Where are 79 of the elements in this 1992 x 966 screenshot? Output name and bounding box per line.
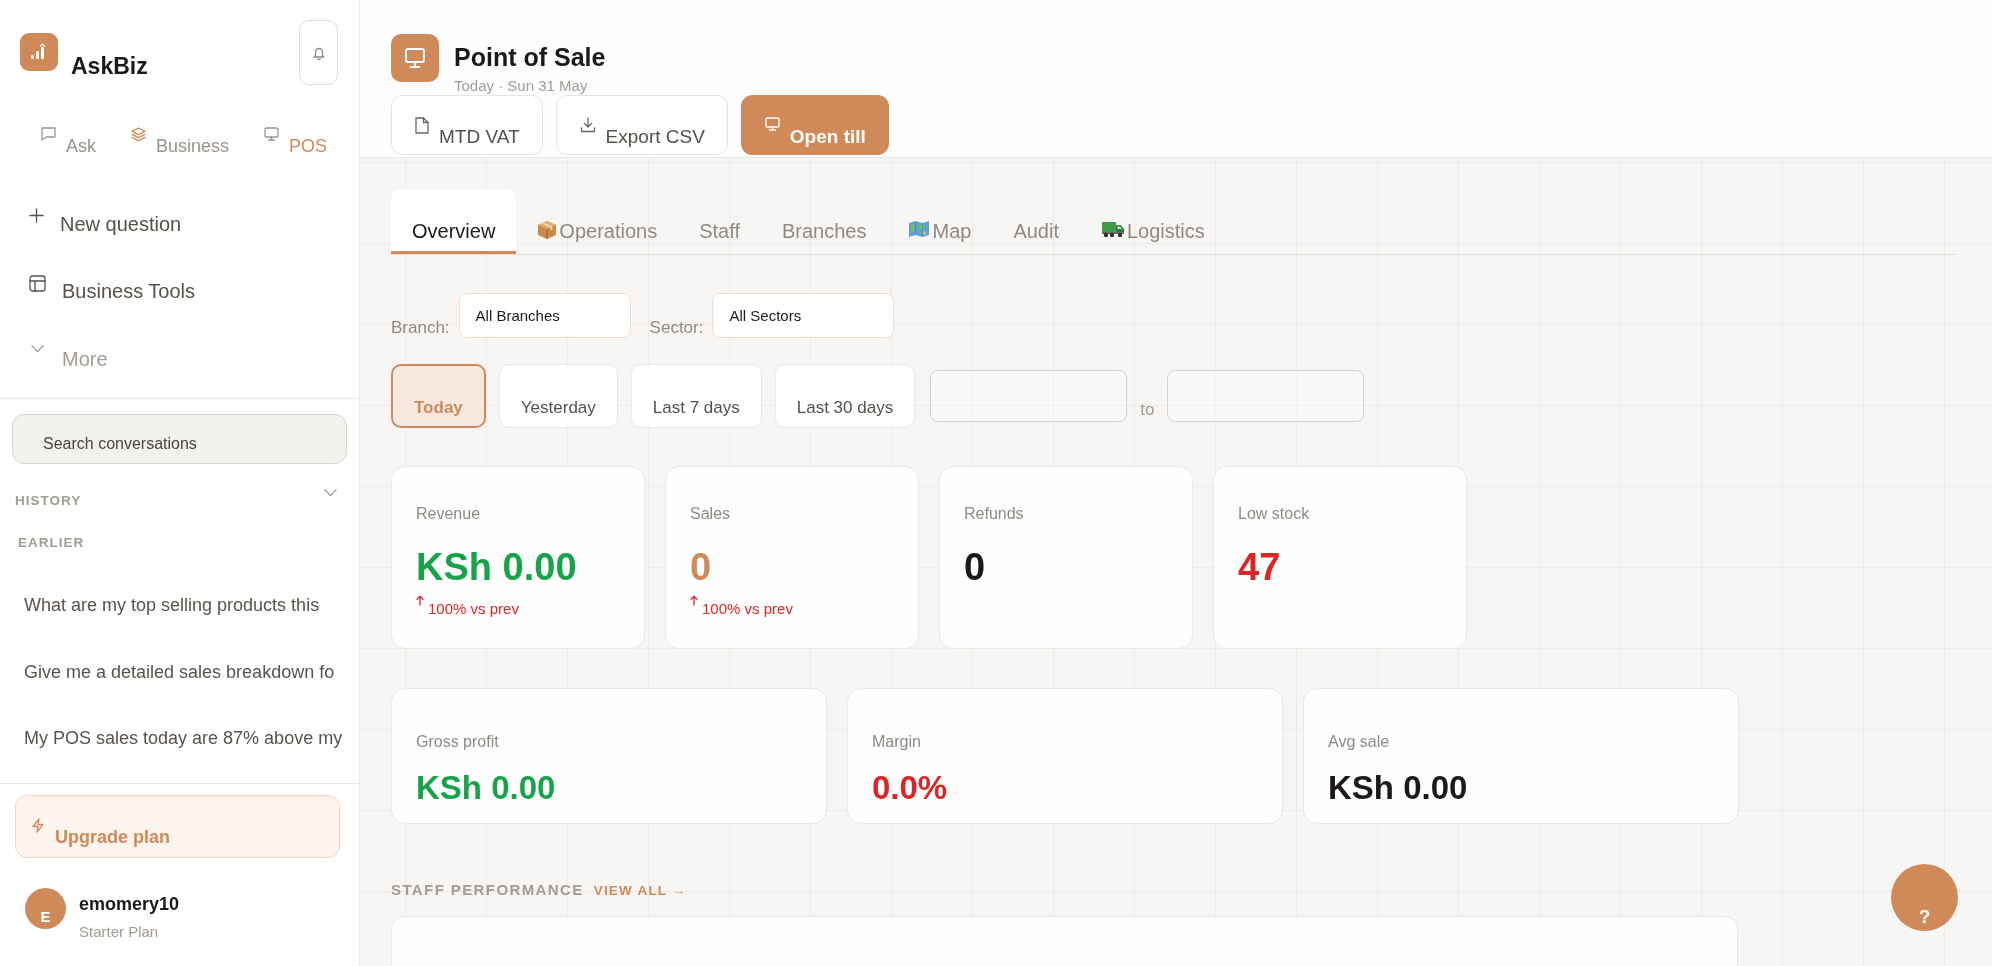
- nav-item[interactable]: New question: [0, 208, 359, 275]
- chat-icon: [41, 127, 56, 141]
- user-plan: Starter Plan: [79, 923, 159, 941]
- date-range-button[interactable]: Last 7 days: [630, 364, 762, 428]
- date-range-button[interactable]: Last 30 days: [774, 364, 916, 428]
- nav-item[interactable]: More: [0, 342, 359, 398]
- layers-icon: [131, 127, 146, 142]
- group-title: EARLIER: [18, 535, 85, 551]
- nav-item[interactable]: Business Tools: [0, 275, 359, 342]
- kpi-value: 0.0%: [872, 768, 948, 808]
- kpi-label: Low stock: [1238, 504, 1310, 524]
- history-item[interactable]: My POS sales today are 87% above my: [0, 705, 343, 772]
- search-field[interactable]: Search conversations: [12, 414, 347, 464]
- lightning-icon: [31, 818, 45, 833]
- mode-tab[interactable]: POS: [264, 127, 328, 157]
- arrow-up-icon: [690, 595, 698, 606]
- page-title: Point of Sale: [454, 42, 606, 72]
- tab[interactable]: Map: [887, 189, 993, 254]
- monitor-icon: [391, 34, 439, 82]
- filter-dropdown[interactable]: All Sectors: [712, 293, 895, 338]
- table-icon: [29, 275, 46, 292]
- kpi-label: Revenue: [416, 504, 481, 524]
- kpi-label: Sales: [690, 504, 731, 524]
- tab[interactable]: Operations: [516, 189, 679, 254]
- mode-tab[interactable]: Business: [131, 127, 230, 157]
- user-name: emomery10: [79, 894, 180, 914]
- tab[interactable]: Logistics: [1080, 189, 1226, 254]
- change-text: 100% vs prev: [428, 600, 519, 618]
- tab[interactable]: Branches: [761, 189, 888, 254]
- date-range-button[interactable]: Today: [391, 364, 486, 428]
- kpi-value: 0: [690, 545, 712, 589]
- action-button[interactable]: MTD VAT: [391, 95, 543, 155]
- date-input[interactable]: [1167, 370, 1365, 422]
- view-all-link[interactable]: VIEW ALL →: [593, 883, 687, 898]
- arrow-up-icon: [416, 595, 424, 606]
- section-title: HISTORY: [15, 493, 82, 509]
- history-item[interactable]: What are my top selling products this: [0, 572, 320, 639]
- kpi-value: 0: [964, 545, 986, 589]
- action-button[interactable]: Export CSV: [555, 95, 728, 155]
- chevron-down-icon: [31, 345, 44, 353]
- kpi-label: Avg sale: [1328, 732, 1390, 752]
- kpi-label: Margin: [872, 732, 921, 752]
- file-icon: [415, 117, 429, 134]
- monitor-icon: [264, 127, 280, 141]
- change-text: 100% vs prev: [702, 600, 793, 618]
- user-avatar: E: [25, 888, 66, 929]
- brand-name: AskBiz: [71, 52, 148, 80]
- action-button[interactable]: Open till: [740, 95, 889, 155]
- kpi-value: KSh 0.00: [1328, 768, 1468, 808]
- plus-icon: [29, 208, 44, 223]
- section-title: STAFF PERFORMANCE: [391, 881, 584, 899]
- bar-chart-icon: [20, 33, 58, 71]
- tab[interactable]: Overview: [391, 189, 517, 254]
- filter-label: Sector:: [649, 318, 704, 338]
- history-item[interactable]: Give me a detailed sales breakdown fo: [0, 638, 335, 705]
- page-subtitle: Today · Sun 31 May: [454, 77, 588, 95]
- tab[interactable]: Audit: [992, 189, 1080, 254]
- kpi-value: KSh 0.00: [416, 768, 556, 808]
- truck-icon: [1101, 220, 1125, 238]
- chevron-down-icon[interactable]: [324, 489, 337, 497]
- date-range-button[interactable]: Yesterday: [498, 364, 618, 428]
- mode-tab[interactable]: Ask: [41, 127, 96, 157]
- map-icon: [908, 220, 931, 238]
- tab[interactable]: Staff: [678, 189, 761, 254]
- upgrade-button[interactable]: Upgrade plan: [15, 795, 340, 858]
- notifications-button[interactable]: [299, 20, 338, 85]
- range-separator: to: [1140, 400, 1155, 420]
- package-icon: [537, 220, 558, 240]
- date-input[interactable]: [930, 370, 1128, 422]
- download-icon: [579, 117, 596, 133]
- kpi-value: KSh 0.00: [416, 545, 577, 589]
- filter-dropdown[interactable]: All Branches: [458, 293, 631, 338]
- kpi-label: Refunds: [964, 504, 1024, 524]
- kpi-label: Gross profit: [416, 732, 499, 752]
- bell-icon: [311, 45, 326, 60]
- kpi-value: 47: [1238, 545, 1281, 589]
- monitor-icon: [764, 117, 780, 131]
- filter-label: Branch:: [391, 318, 450, 338]
- help-button[interactable]: ?: [1891, 864, 1958, 931]
